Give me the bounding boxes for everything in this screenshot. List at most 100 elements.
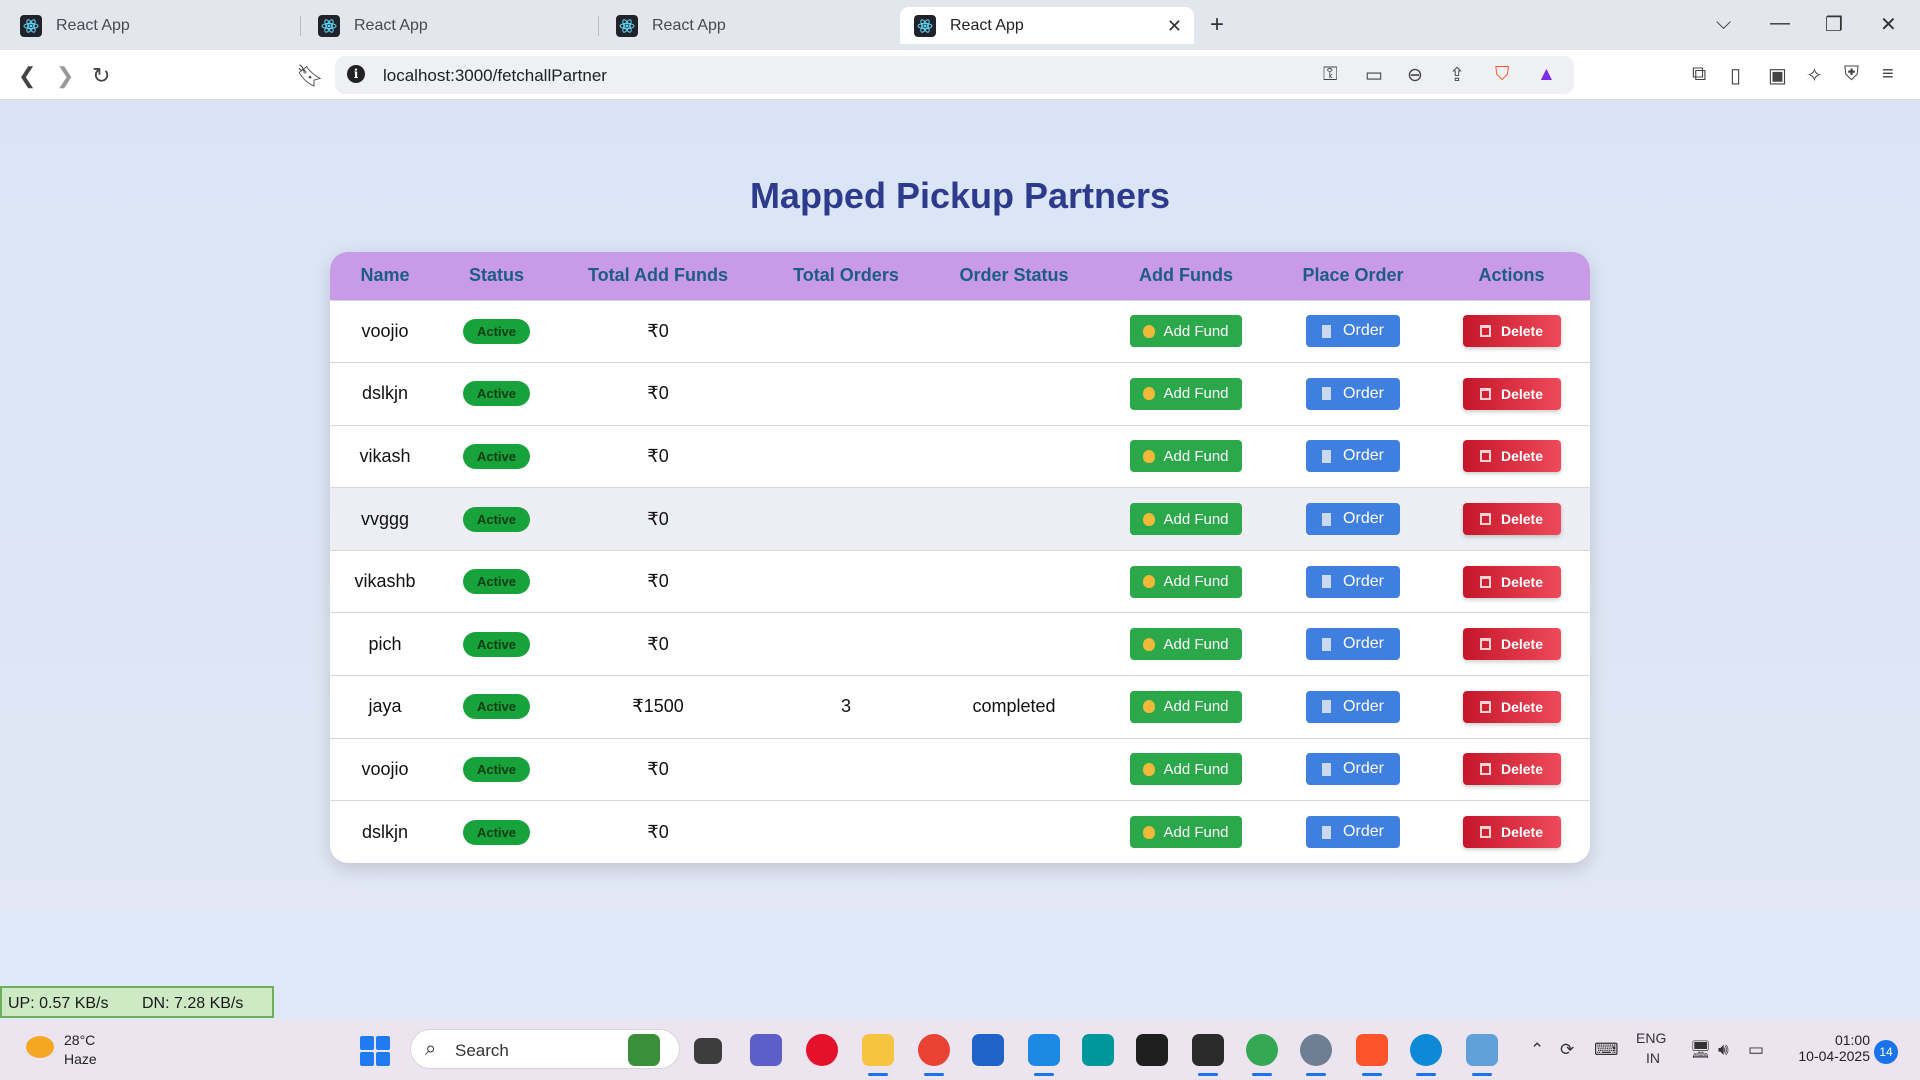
figma-icon[interactable] — [1136, 1034, 1168, 1066]
order-button[interactable]: Order — [1306, 628, 1400, 661]
order-label: Order — [1343, 635, 1384, 653]
order-button[interactable]: Order — [1306, 503, 1400, 536]
file-explorer-icon[interactable] — [862, 1034, 894, 1076]
add-fund-button[interactable]: Add Fund — [1130, 753, 1242, 786]
start-icon[interactable] — [360, 1036, 390, 1066]
url-text[interactable]: localhost:3000/fetchallPartner — [383, 66, 607, 86]
delete-button[interactable]: Delete — [1462, 377, 1561, 410]
status-cell: Active — [440, 300, 553, 363]
add-fund-button[interactable]: Add Fund — [1130, 377, 1242, 410]
weather-temperature[interactable]: 28°C — [64, 1032, 95, 1048]
menu-icon[interactable]: ≡ — [1882, 63, 1894, 86]
opera-icon[interactable] — [806, 1034, 838, 1066]
vscode-icon[interactable] — [1028, 1034, 1060, 1076]
order-button[interactable]: Order — [1306, 565, 1400, 598]
delete-button[interactable]: Delete — [1462, 503, 1561, 536]
minimize-icon[interactable]: — — [1770, 12, 1790, 35]
brave-rewards-icon[interactable]: ▲ — [1537, 64, 1556, 86]
tab-search-chevron-icon[interactable]: ⌵ — [1716, 12, 1731, 35]
delete-button[interactable]: Delete — [1462, 315, 1561, 348]
place-order-cell: Order — [1273, 363, 1433, 426]
sync-icon[interactable]: ⟳ — [1560, 1040, 1574, 1060]
zoom-out-icon[interactable]: ⊖ — [1407, 64, 1423, 87]
add-fund-button[interactable]: Add Fund — [1130, 440, 1242, 473]
task-view-icon[interactable] — [694, 1038, 722, 1064]
total-orders: 3 — [840, 696, 851, 717]
search-highlight-icon[interactable] — [628, 1034, 660, 1066]
delete-button[interactable]: Delete — [1462, 565, 1561, 598]
order-button[interactable]: Order — [1306, 315, 1400, 348]
back-icon[interactable]: ❮ — [18, 63, 36, 89]
order-button[interactable]: Order — [1306, 816, 1400, 849]
arduino-icon[interactable] — [1082, 1034, 1114, 1066]
close-window-icon[interactable]: ✕ — [1880, 12, 1897, 37]
network-icon[interactable]: 🖥︎ — [1690, 1040, 1712, 1060]
sidebar-icon[interactable]: ▯ — [1730, 63, 1741, 88]
status-badge: Active — [462, 631, 531, 657]
add-fund-button[interactable]: Add Fund — [1130, 628, 1242, 661]
order-button[interactable]: Order — [1306, 690, 1400, 723]
language-top[interactable]: ENG — [1636, 1030, 1666, 1046]
weather-condition[interactable]: Haze — [64, 1051, 97, 1067]
cast-icon[interactable]: ▭ — [1365, 64, 1383, 87]
reload-icon[interactable]: ↻ — [92, 63, 110, 89]
add-fund-button[interactable]: Add Fund — [1130, 503, 1242, 536]
show-hidden-icons-icon[interactable]: ⌃ — [1530, 1040, 1544, 1060]
wallet-icon[interactable]: ▣ — [1768, 63, 1787, 88]
clock-time: 01:00 — [1834, 1032, 1870, 1048]
table-row: dslkjn Active ₹0 Add Fund Order Delete — [330, 800, 1590, 863]
keyboard-icon[interactable]: ⌨ — [1594, 1040, 1619, 1060]
chrome-icon[interactable] — [918, 1034, 950, 1076]
order-button[interactable]: Order — [1306, 753, 1400, 786]
app-icon[interactable] — [1192, 1034, 1224, 1076]
order-button[interactable]: Order — [1306, 377, 1400, 410]
volume-icon[interactable]: 🔊︎ — [1718, 1040, 1729, 1060]
brave-icon[interactable] — [1356, 1034, 1388, 1076]
weather-icon[interactable] — [26, 1036, 54, 1058]
new-tab-icon[interactable]: + — [1210, 11, 1224, 39]
add-fund-button[interactable]: Add Fund — [1130, 315, 1242, 348]
page-title: Mapped Pickup Partners — [749, 175, 1171, 216]
delete-button[interactable]: Delete — [1462, 816, 1561, 849]
browser-tab[interactable]: React App — [304, 7, 594, 44]
browser-tab-active[interactable]: React App ✕ — [900, 7, 1194, 44]
table-row: voojio Active ₹0 Add Fund Order Delete — [330, 300, 1590, 363]
delete-button[interactable]: Delete — [1462, 753, 1561, 786]
share-icon[interactable]: ⇪ — [1449, 64, 1465, 87]
teams-icon[interactable] — [750, 1034, 782, 1066]
close-tab-icon[interactable]: ✕ — [1167, 16, 1182, 37]
browser-tab[interactable]: React App — [602, 7, 892, 44]
microsoft-store-icon[interactable] — [972, 1034, 1004, 1066]
system-clock[interactable]: 01:00 10-04-2025 — [1790, 1032, 1870, 1064]
status-cell: Active — [440, 676, 553, 739]
snipping-tool-icon[interactable] — [1466, 1034, 1498, 1076]
restore-icon[interactable]: ❐ — [1825, 12, 1843, 37]
add-fund-button[interactable]: Add Fund — [1130, 816, 1242, 849]
language-bottom[interactable]: IN — [1646, 1050, 1660, 1066]
notification-badge[interactable]: 14 — [1874, 1040, 1898, 1064]
key-icon[interactable]: ⚿ — [1323, 64, 1337, 86]
forward-icon[interactable]: ❯ — [56, 63, 74, 89]
order-button[interactable]: Order — [1306, 440, 1400, 473]
battery-icon[interactable]: ▭ — [1748, 1040, 1764, 1060]
chrome-profile-icon[interactable] — [1246, 1034, 1278, 1076]
brave-shield-icon[interactable]: ⛉ — [1495, 64, 1509, 86]
bookmark-icon[interactable]: 🔖︎ — [296, 63, 324, 89]
settings-icon[interactable] — [1300, 1034, 1332, 1076]
extensions-icon[interactable]: ⧉ — [1692, 63, 1706, 86]
leo-ai-icon[interactable]: ✧ — [1806, 63, 1823, 88]
add-fund-button[interactable]: Add Fund — [1130, 690, 1242, 723]
delete-button[interactable]: Delete — [1462, 690, 1561, 723]
delete-button[interactable]: Delete — [1462, 628, 1561, 661]
status-cell: Active — [440, 801, 553, 863]
add-fund-button[interactable]: Add Fund — [1130, 565, 1242, 598]
delete-label: Delete — [1500, 323, 1544, 340]
delete-button[interactable]: Delete — [1462, 440, 1561, 473]
browser-tab[interactable]: React App — [6, 7, 296, 44]
site-info-icon[interactable]: i — [347, 65, 365, 83]
edge-icon[interactable] — [1410, 1034, 1442, 1076]
order-status — [929, 425, 1099, 488]
address-bar[interactable]: i localhost:3000/fetchallPartner ⚿ ▭ ⊖ ⇪… — [335, 56, 1574, 94]
vpn-icon[interactable]: ⛨ — [1844, 63, 1859, 86]
order-label: Order — [1343, 322, 1384, 340]
